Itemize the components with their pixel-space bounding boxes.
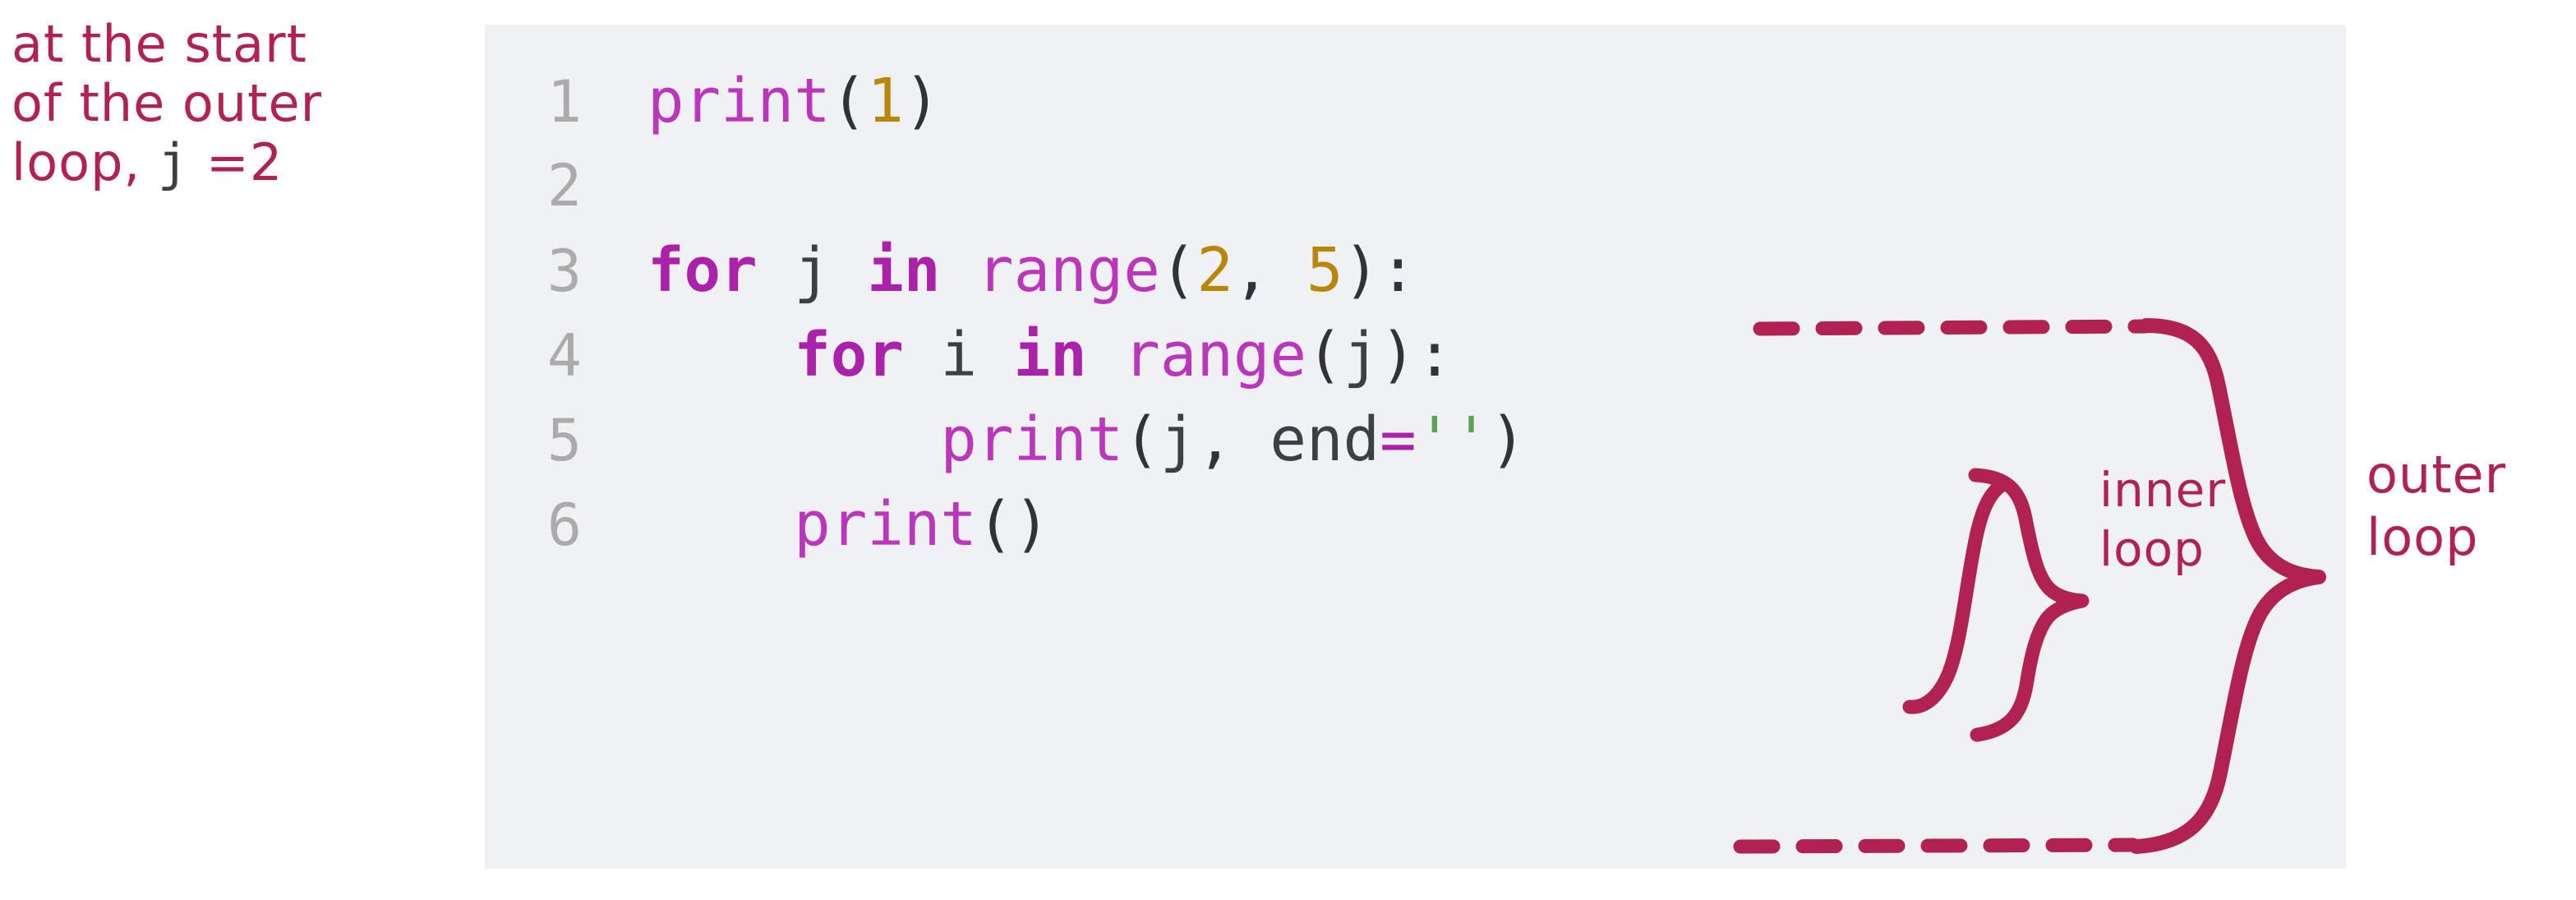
- token-function-print: print: [647, 66, 831, 136]
- annotation-note-line-3-suffix: =2: [189, 132, 283, 192]
- token-comma: ,: [1196, 404, 1270, 475]
- code-line-4-text: for i in range(j):: [582, 313, 1453, 398]
- annotation-note-line-1: at the start: [12, 14, 307, 74]
- token-keyword-in: in: [1013, 320, 1087, 390]
- token-operator-equals: =: [1380, 404, 1417, 475]
- token-paren-close: ): [903, 66, 941, 136]
- code-line-6: 6 print(): [485, 482, 2346, 567]
- token-paren-open: (: [976, 489, 1014, 560]
- code-line-3-text: for j in range(2, 5):: [582, 228, 1417, 313]
- code-line-2: 2: [485, 144, 2346, 228]
- token-keyword-for: for: [794, 320, 904, 390]
- token-function-print: print: [794, 489, 977, 560]
- annotation-label-outer-loop-line-1: outer: [2366, 445, 2507, 505]
- annotation-label-outer-loop: outer loop: [2366, 444, 2506, 569]
- screenshot-canvas: 1 print(1) 2 3 for j in range(2, 5): 4 f…: [0, 0, 2576, 900]
- line-number-5: 5: [546, 407, 582, 474]
- token-identifier-arg: j: [1343, 320, 1380, 390]
- token-keyword-for: for: [647, 235, 758, 306]
- code-line-6-text: print(): [582, 482, 1050, 567]
- token-number-start: 2: [1196, 235, 1233, 306]
- token-number: 1: [867, 66, 904, 136]
- code-line-4: 4 for i in range(j):: [485, 313, 2346, 398]
- token-paren-open: (: [1159, 235, 1197, 306]
- token-paren-close: ): [1343, 235, 1380, 306]
- line-number-1: 1: [546, 68, 582, 136]
- annotation-note-outer-loop-start: at the start of the outer loop, j =2: [12, 15, 455, 192]
- line-number-4: 4: [546, 322, 582, 390]
- annotation-note-line-2: of the outer: [12, 73, 323, 133]
- token-keyword-in: in: [867, 235, 941, 306]
- token-identifier-arg: j: [1159, 404, 1197, 475]
- annotation-note-line-3: loop, j =2: [12, 133, 455, 192]
- annotation-variable-j: j: [157, 132, 190, 192]
- code-line-3: 3 for j in range(2, 5):: [485, 228, 2346, 313]
- token-function-range: range: [977, 235, 1160, 306]
- token-paren-open: (: [830, 66, 868, 136]
- token-comma: ,: [1233, 235, 1307, 306]
- annotation-label-inner-loop-line-2: loop: [2099, 521, 2205, 577]
- annotation-label-inner-loop: inner loop: [2099, 460, 2226, 579]
- token-function-print: print: [940, 404, 1124, 475]
- annotation-label-inner-loop-line-1: inner: [2099, 462, 2227, 518]
- token-function-range: range: [1123, 320, 1306, 390]
- code-line-5: 5 print(j, end=''): [485, 398, 2346, 482]
- token-paren-close: ): [1489, 404, 1527, 475]
- token-paren-open: (: [1123, 404, 1160, 475]
- token-colon: :: [1380, 235, 1417, 306]
- annotation-label-outer-loop-line-2: loop: [2366, 507, 2479, 567]
- token-number-stop: 5: [1306, 235, 1343, 306]
- token-identifier-j: j: [794, 235, 831, 306]
- code-line-1-text: print(1): [582, 59, 940, 144]
- annotation-note-line-3-prefix: loop,: [12, 132, 158, 192]
- line-number-6: 6: [546, 492, 582, 559]
- token-identifier-i: i: [940, 320, 977, 390]
- code-line-5-text: print(j, end=''): [582, 398, 1526, 482]
- token-paren-close: ): [1380, 320, 1417, 390]
- token-paren-open: (: [1306, 320, 1343, 390]
- token-kwarg-end: end: [1270, 404, 1380, 475]
- token-string-empty: '': [1416, 404, 1490, 475]
- line-number-2: 2: [546, 152, 582, 219]
- line-number-3: 3: [546, 238, 582, 305]
- code-line-1: 1 print(1): [485, 59, 2346, 144]
- code-block: 1 print(1) 2 3 for j in range(2, 5): 4 f…: [485, 25, 2346, 869]
- token-paren-close: ): [1013, 489, 1051, 560]
- token-colon: :: [1416, 320, 1454, 390]
